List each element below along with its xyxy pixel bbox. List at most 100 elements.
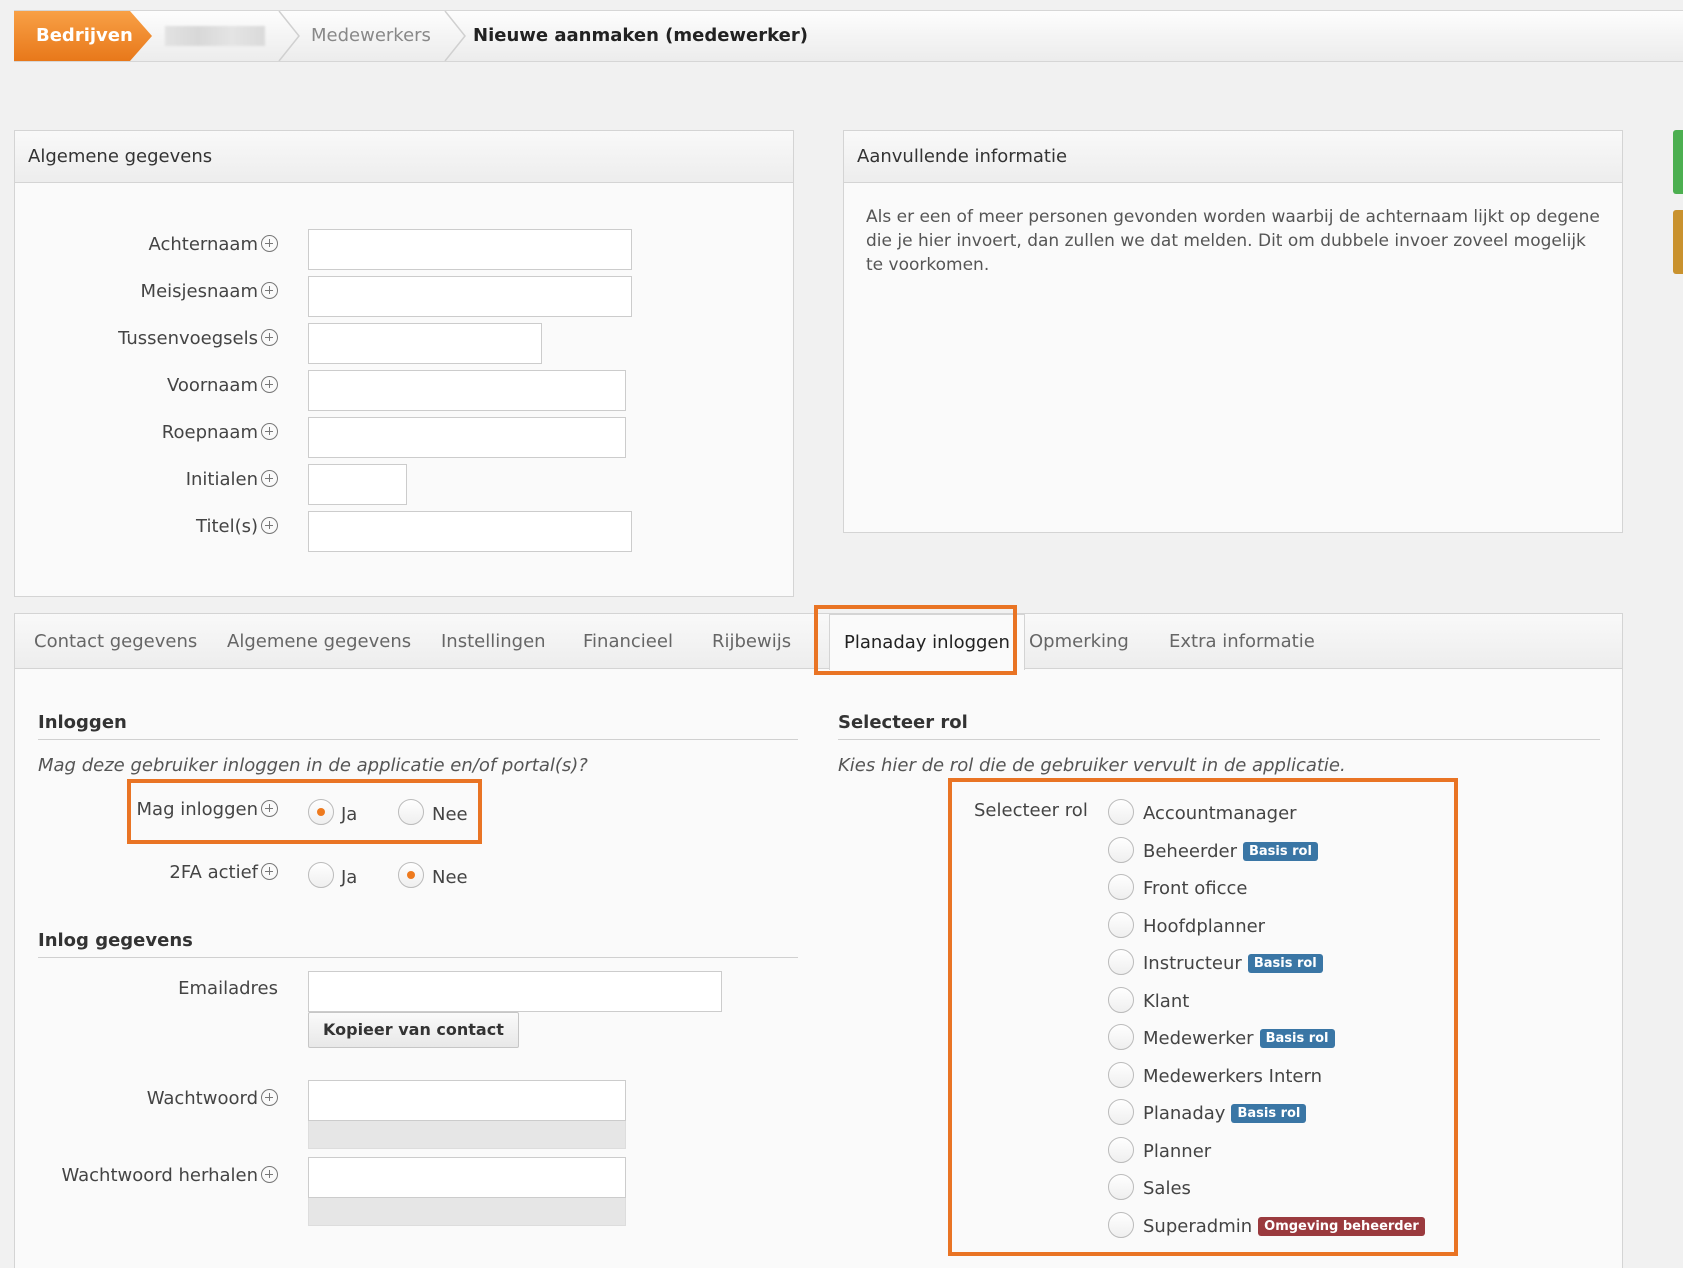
role-radio[interactable]: [1108, 1099, 1134, 1125]
role-badge: Basis rol: [1231, 1104, 1307, 1123]
tab-financieel[interactable]: Financieel: [583, 614, 673, 669]
initialen-input[interactable]: [308, 464, 407, 505]
plus-circle-icon[interactable]: [261, 282, 278, 299]
breadcrumb-medewerkers[interactable]: Medewerkers: [311, 11, 431, 61]
field-label: Titel(s): [196, 516, 258, 537]
titels-input[interactable]: [308, 511, 632, 552]
voornaam-input[interactable]: [308, 370, 626, 411]
may-login-yes-radio[interactable]: [308, 799, 334, 825]
tab-opmerking[interactable]: Opmerking: [1029, 614, 1129, 669]
plus-circle-icon[interactable]: [261, 329, 278, 346]
tab-extra-informatie[interactable]: Extra informatie: [1169, 614, 1315, 669]
role-name: Planner: [1143, 1140, 1212, 1162]
role-option[interactable]: Beheerder Basis rol: [1108, 836, 1448, 875]
role-name: Instructeur: [1143, 953, 1242, 974]
role-name: Klant: [1143, 990, 1190, 1012]
role-name: Accountmanager: [1143, 803, 1297, 824]
breadcrumb: Bedrijven Medewerkers Nieuwe aanmaken (m…: [14, 10, 1683, 62]
role-radio-list: Accountmanager Beheerder Basis rol Front …: [1108, 799, 1448, 1249]
may-login-no-radio[interactable]: [398, 799, 424, 825]
field-label: Roepnaam: [161, 422, 258, 443]
plus-circle-icon[interactable]: [261, 423, 278, 440]
plus-circle-icon[interactable]: [261, 235, 278, 252]
tab-contact-gegevens[interactable]: Contact gegevens: [34, 614, 197, 669]
tab-rijbewijs[interactable]: Rijbewijs: [712, 614, 791, 669]
password-repeat-input[interactable]: [308, 1157, 626, 1198]
password-repeat-strength-meter: [308, 1198, 626, 1226]
role-field-label: Selecteer rol: [974, 800, 1088, 821]
role-option[interactable]: Medewerker Basis rol: [1108, 1024, 1448, 1062]
field-label: Wachtwoord herhalen: [61, 1165, 258, 1186]
copy-from-contact-button[interactable]: Kopieer van contact: [308, 1012, 519, 1048]
role-radio[interactable]: [1108, 836, 1134, 863]
radio-label-ja: Ja: [341, 804, 358, 825]
tussenvoegsels-input[interactable]: [308, 323, 542, 364]
section-title-inloggen: Inloggen: [38, 712, 798, 740]
side-tab-yellow[interactable]: [1673, 210, 1683, 274]
role-option[interactable]: Front oficce: [1108, 874, 1448, 912]
role-name: Front oficce: [1143, 878, 1248, 899]
role-option[interactable]: Hoofdplanner: [1108, 911, 1448, 950]
role-badge: Basis rol: [1242, 841, 1318, 861]
role-option[interactable]: Medewerkers Intern: [1108, 1061, 1448, 1100]
role-radio[interactable]: [1108, 1024, 1134, 1050]
role-radio[interactable]: [1108, 874, 1134, 900]
field-label: Emailadres: [178, 978, 278, 999]
plus-circle-icon[interactable]: [261, 1089, 278, 1106]
role-option[interactable]: Planaday Basis rol: [1108, 1099, 1448, 1137]
breadcrumb-current: Nieuwe aanmaken (medewerker): [473, 25, 808, 46]
role-radio[interactable]: [1108, 799, 1134, 825]
plus-circle-icon[interactable]: [261, 517, 278, 534]
roepnaam-input[interactable]: [308, 417, 626, 458]
role-option[interactable]: Superadmin Omgeving beheerder: [1108, 1211, 1448, 1250]
breadcrumb-separator-icon: [444, 11, 466, 61]
role-badge: Basis rol: [1259, 1029, 1335, 1048]
side-tab-green[interactable]: [1673, 130, 1683, 194]
role-radio[interactable]: [1108, 1136, 1134, 1163]
tab-algemene-gegevens[interactable]: Algemene gegevens: [227, 614, 411, 669]
field-label: Tussenvoegsels: [118, 328, 258, 349]
role-badge: Omgeving beheerder: [1258, 1216, 1425, 1236]
additional-info-panel: Aanvullende informatie Als er een of mee…: [843, 130, 1623, 533]
twofa-no-radio[interactable]: [398, 862, 424, 888]
plus-circle-icon[interactable]: [261, 863, 278, 880]
role-radio[interactable]: [1108, 1174, 1134, 1200]
achternaam-input[interactable]: [308, 229, 632, 270]
additional-info-text: Als er een of meer personen gevonden wor…: [866, 207, 1600, 275]
plus-circle-icon[interactable]: [261, 376, 278, 393]
role-option[interactable]: Klant: [1108, 986, 1448, 1025]
role-name: Superadmin: [1143, 1215, 1253, 1237]
role-name: Hoofdplanner: [1143, 915, 1266, 937]
field-label: Mag inloggen: [136, 799, 258, 820]
breadcrumb-home[interactable]: Bedrijven: [14, 11, 152, 61]
plus-circle-icon[interactable]: [261, 1166, 278, 1183]
meisjesnaam-input[interactable]: [308, 276, 632, 317]
radio-label-nee: Nee: [432, 804, 468, 825]
field-label: Wachtwoord: [146, 1088, 258, 1109]
breadcrumb-company-redacted[interactable]: [165, 26, 265, 46]
field-label: Achternaam: [148, 234, 258, 255]
panel-title: Algemene gegevens: [15, 131, 793, 183]
role-name: Sales: [1143, 1178, 1191, 1199]
radio-label-nee: Nee: [432, 867, 468, 888]
highlight-active-tab: [814, 605, 1017, 675]
role-radio[interactable]: [1108, 949, 1134, 975]
plus-circle-icon[interactable]: [261, 470, 278, 487]
password-input[interactable]: [308, 1080, 626, 1121]
plus-circle-icon[interactable]: [261, 800, 278, 817]
role-option[interactable]: Instructeur Basis rol: [1108, 949, 1448, 987]
role-radio[interactable]: [1108, 1061, 1134, 1088]
role-radio[interactable]: [1108, 986, 1134, 1013]
role-option[interactable]: Sales: [1108, 1174, 1448, 1212]
role-option[interactable]: Planner: [1108, 1136, 1448, 1175]
section-title-inlog-gegevens: Inlog gegevens: [38, 930, 798, 958]
tab-instellingen[interactable]: Instellingen: [441, 614, 546, 669]
password-strength-meter: [308, 1121, 626, 1149]
twofa-yes-radio[interactable]: [308, 862, 334, 888]
email-input[interactable]: [308, 971, 722, 1012]
role-radio[interactable]: [1108, 1211, 1134, 1238]
role-radio[interactable]: [1108, 911, 1134, 938]
panel-title: Aanvullende informatie: [844, 131, 1622, 183]
role-option[interactable]: Accountmanager: [1108, 799, 1448, 837]
section-title-selecteer-rol: Selecteer rol: [838, 712, 1600, 740]
